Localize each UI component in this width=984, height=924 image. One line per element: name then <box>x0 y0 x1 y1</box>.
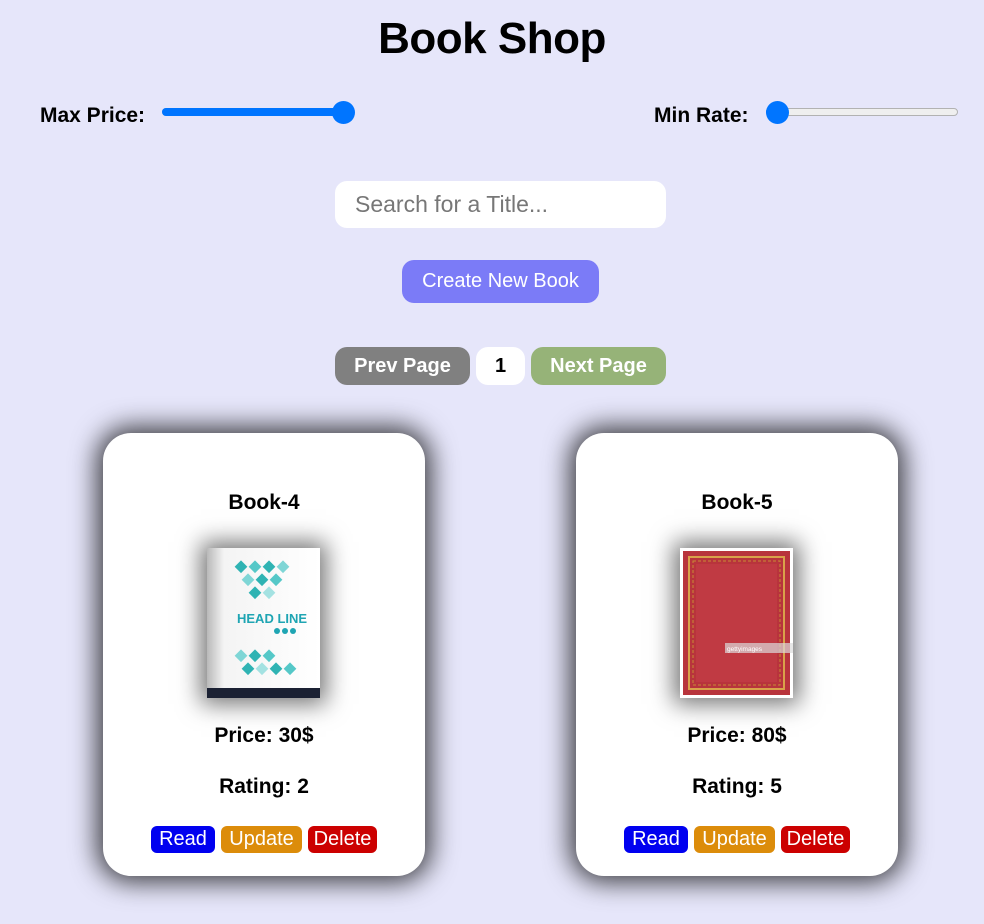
svg-text:gettyimages: gettyimages <box>727 646 763 653</box>
page: Book Shop Max Price: Min Rate: Create Ne… <box>0 0 984 924</box>
read-button[interactable]: Read <box>624 826 688 853</box>
book-rating: Rating: 5 <box>692 775 782 798</box>
create-new-book-button[interactable]: Create New Book <box>402 260 599 303</box>
book-title: Book-4 <box>228 491 300 514</box>
book-cover-image: HEAD LINE <box>207 548 320 698</box>
page-title: Book Shop <box>378 14 606 63</box>
book-cover-image: gettyimages <box>680 548 793 698</box>
min-rate-label: Min Rate: <box>654 104 749 127</box>
headline-cover-icon: HEAD LINE <box>207 548 320 698</box>
book-price: Price: 30$ <box>214 724 314 747</box>
svg-text:HEAD LINE: HEAD LINE <box>237 611 307 626</box>
red-leather-cover-icon: gettyimages <box>680 548 793 698</box>
max-price-label: Max Price: <box>40 104 146 127</box>
page-number: 1 <box>476 347 525 385</box>
update-button[interactable]: Update <box>221 826 302 853</box>
min-rate-slider[interactable] <box>764 101 960 125</box>
book-card: Book-4 HEAD LINE Price: 30$ Rating: 2 Re… <box>103 433 425 876</box>
read-button[interactable]: Read <box>151 826 215 853</box>
book-actions: Read Update Delete <box>576 826 898 853</box>
book-title: Book-5 <box>701 491 773 514</box>
max-price-thumb[interactable] <box>332 101 355 124</box>
book-rating: Rating: 2 <box>219 775 309 798</box>
delete-button[interactable]: Delete <box>308 826 377 853</box>
next-page-button[interactable]: Next Page <box>531 347 666 385</box>
book-price: Price: 80$ <box>687 724 787 747</box>
delete-button[interactable]: Delete <box>781 826 850 853</box>
update-button[interactable]: Update <box>694 826 775 853</box>
min-rate-thumb[interactable] <box>766 101 789 124</box>
max-price-slider[interactable] <box>160 101 356 125</box>
book-card: Book-5 gettyimages Price: 80$ Rating: 5 … <box>576 433 898 876</box>
book-actions: Read Update Delete <box>103 826 425 853</box>
search-input[interactable] <box>335 181 666 228</box>
min-rate-track <box>766 108 958 116</box>
prev-page-button[interactable]: Prev Page <box>335 347 470 385</box>
max-price-fill <box>162 108 343 116</box>
